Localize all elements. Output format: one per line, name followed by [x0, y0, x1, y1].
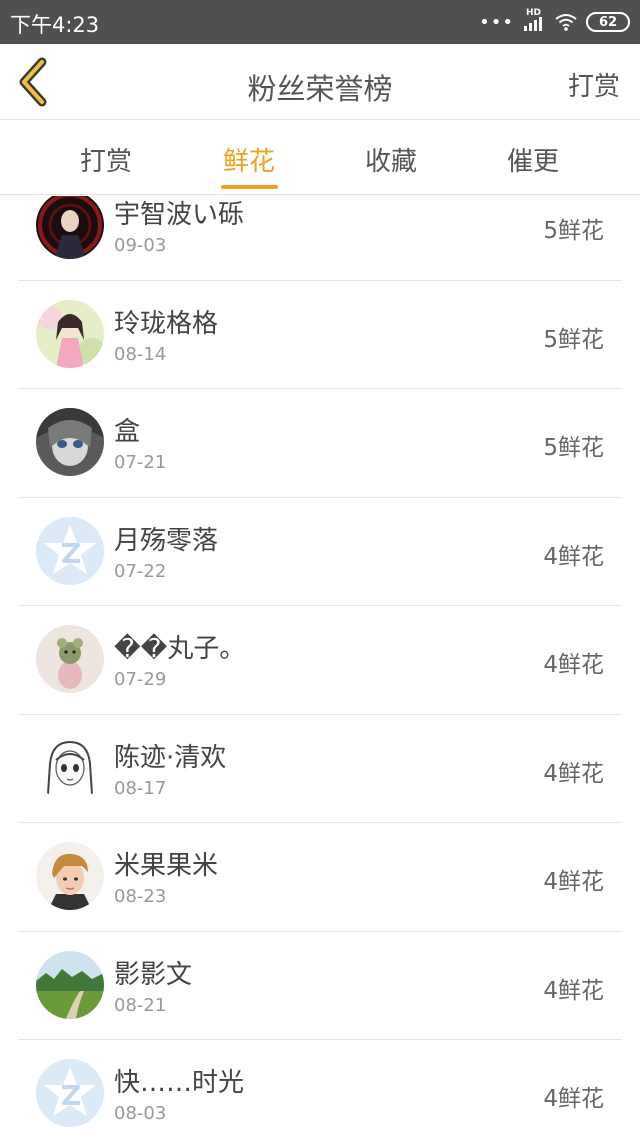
sketch-girl-avatar — [36, 733, 104, 802]
anime-girl-avatar — [36, 299, 104, 368]
default-star-avatar — [36, 516, 104, 585]
landscape-avatar — [36, 950, 104, 1019]
fan-list[interactable]: 宇智波い砾 09-03 5鲜花 玲珑格格 08-14 5鲜花 盒 07-21 5… — [0, 196, 640, 1138]
tab-tips[interactable]: 打赏 — [56, 141, 156, 178]
status-icons: ••• HD 62 — [479, 8, 630, 36]
wifi-icon — [555, 14, 577, 31]
flower-count: 5鲜花 — [543, 435, 604, 461]
flower-count: 4鲜花 — [543, 652, 604, 678]
battery-level: 62 — [598, 14, 618, 30]
tab-bar: 打赏 鲜花 收藏 催更 — [0, 121, 640, 195]
list-item[interactable]: 宇智波い砾 09-03 5鲜花 — [18, 196, 622, 281]
fan-date: 08-03 — [114, 1103, 167, 1124]
fan-date: 08-14 — [114, 343, 167, 365]
tab-flowers[interactable]: 鲜花 — [199, 141, 299, 178]
flower-count: 4鲜花 — [543, 1086, 604, 1112]
plush-toy-avatar — [36, 625, 104, 693]
person-photo-avatar — [36, 842, 104, 910]
page-title: 粉丝荣誉榜 — [247, 72, 393, 106]
tab-urge-update[interactable]: 催更 — [483, 141, 583, 178]
fan-date: 07-21 — [114, 452, 167, 473]
anime-dark-avatar — [36, 196, 104, 259]
list-item[interactable]: 米果果米 08-23 4鲜花 — [18, 823, 622, 932]
list-item[interactable]: ��丸子。 07-29 4鲜花 — [18, 606, 622, 715]
tab-favorites[interactable]: 收藏 — [341, 141, 441, 178]
nav-bar: 粉丝荣誉榜 打赏 — [0, 44, 640, 120]
fan-date: 09-03 — [114, 235, 167, 256]
flower-count: 4鲜花 — [543, 869, 604, 895]
fan-name: 陈迹·清欢 — [114, 742, 227, 773]
list-item[interactable]: 陈迹·清欢 08-17 4鲜花 — [18, 715, 622, 823]
fan-name: 月殇零落 — [114, 525, 219, 556]
fan-date: 07-22 — [114, 560, 167, 582]
list-item[interactable]: 快……时光 08-03 4鲜花 — [18, 1040, 622, 1138]
active-tab-indicator — [221, 185, 278, 189]
fan-name: 宇智波い砾 — [114, 200, 245, 230]
list-item[interactable]: 月殇零落 07-22 4鲜花 — [18, 498, 622, 606]
fan-name: 影影文 — [114, 959, 193, 990]
list-item[interactable]: 玲珑格格 08-14 5鲜花 — [18, 281, 622, 389]
anime-grey-avatar — [36, 408, 104, 476]
list-item[interactable]: 影影文 08-21 4鲜花 — [18, 932, 622, 1040]
fan-date: 07-29 — [114, 669, 167, 690]
default-star-avatar — [36, 1059, 104, 1127]
flower-count: 4鲜花 — [543, 760, 604, 787]
fan-date: 08-21 — [114, 994, 167, 1016]
status-bar: 下午4:23 ••• HD 62 — [0, 0, 640, 44]
tip-button[interactable]: 打赏 — [568, 66, 620, 103]
fan-name: 米果果米 — [114, 851, 219, 881]
flower-count: 5鲜花 — [543, 326, 604, 353]
signal-icon: HD — [522, 8, 546, 33]
status-time: 下午4:23 — [10, 13, 100, 37]
list-item[interactable]: 盒 07-21 5鲜花 — [18, 389, 622, 498]
fan-date: 08-17 — [114, 777, 167, 799]
battery-icon: 62 — [586, 12, 630, 32]
flower-count: 4鲜花 — [543, 977, 604, 1004]
fan-name: 玲珑格格 — [114, 308, 219, 339]
fan-date: 08-23 — [114, 886, 167, 907]
flower-count: 5鲜花 — [543, 218, 604, 244]
fan-name: ��丸子。 — [114, 634, 246, 664]
flower-count: 4鲜花 — [543, 543, 604, 570]
more-dots-icon: ••• — [479, 11, 514, 33]
fan-name: 盒 — [114, 417, 141, 447]
fan-name: 快……时光 — [114, 1068, 245, 1098]
